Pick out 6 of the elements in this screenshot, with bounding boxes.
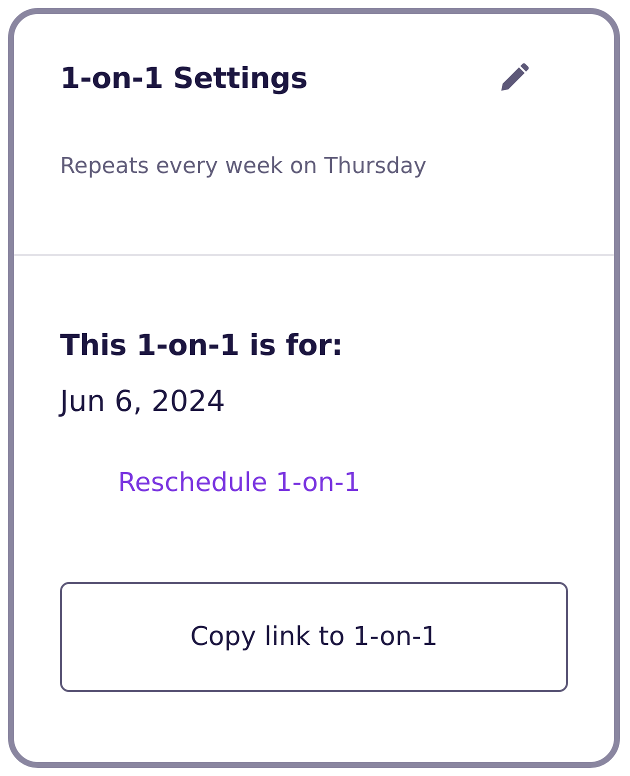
occurrence-heading: This 1-on-1 is for:: [60, 328, 344, 362]
copy-link-button[interactable]: Copy link to 1-on-1: [60, 582, 568, 692]
card-title: 1-on-1 Settings: [60, 61, 308, 95]
occurrence-date: Jun 6, 2024: [60, 384, 226, 418]
recurrence-text: Repeats every week on Thursday: [60, 154, 428, 179]
reschedule-link[interactable]: Reschedule 1-on-1: [118, 468, 360, 498]
